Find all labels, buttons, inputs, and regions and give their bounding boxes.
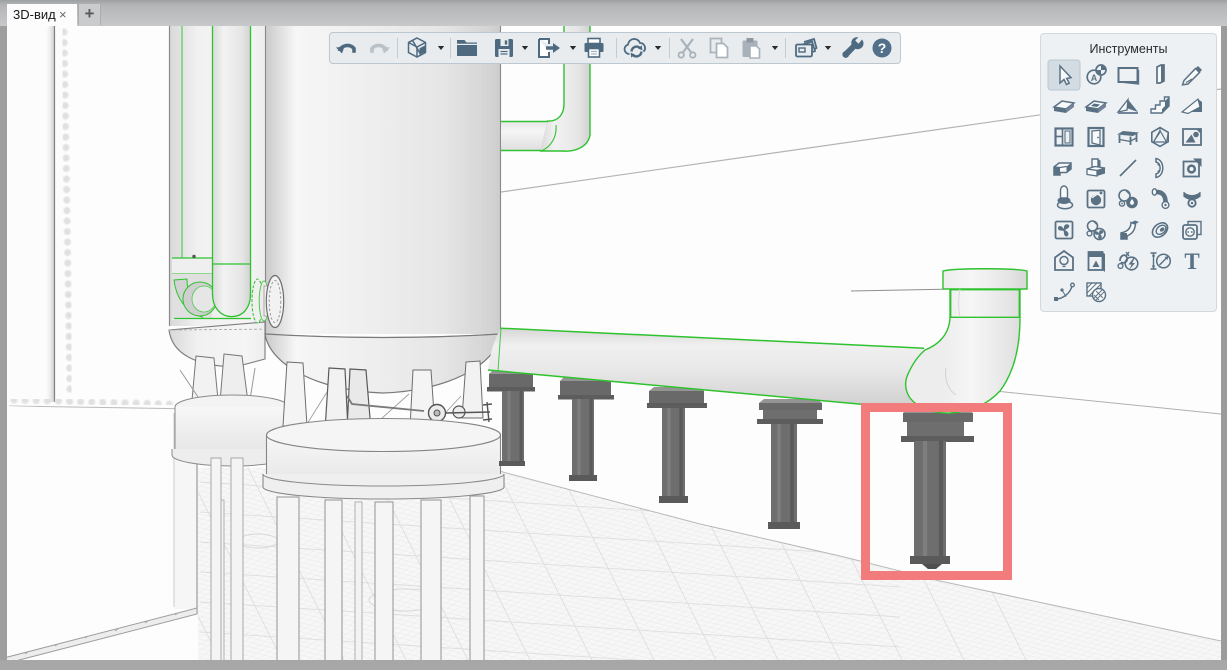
svg-text:T: T [1184, 249, 1199, 274]
svg-text:A: A [1091, 73, 1098, 83]
svg-text:?: ? [878, 40, 887, 56]
